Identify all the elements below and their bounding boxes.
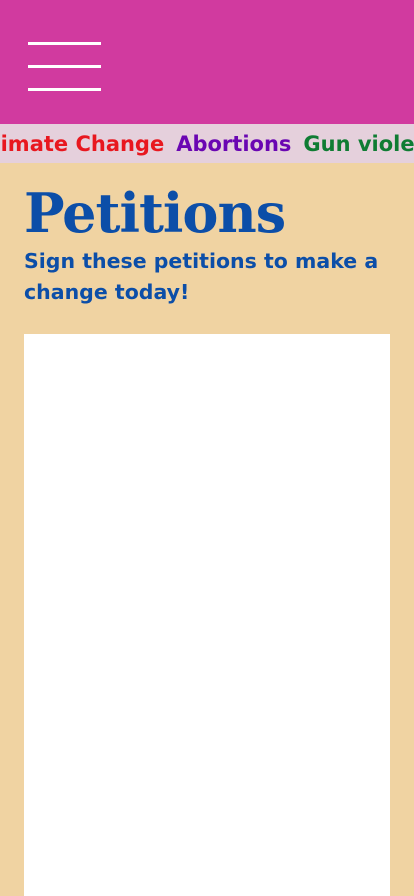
menu-bar-middle [28, 65, 101, 68]
topics-ticker: Climate Change Abortions Gun violence [0, 124, 414, 163]
page-subtitle: Sign these petitions to make a change to… [24, 249, 379, 304]
topic-gun-violence[interactable]: Gun violence [303, 132, 414, 156]
petitions-panel [24, 334, 390, 896]
ticker-track: Climate Change Abortions Gun violence [0, 124, 414, 163]
menu-bar-bottom [28, 88, 101, 91]
hamburger-menu-icon[interactable] [28, 42, 102, 94]
topic-climate-change[interactable]: Climate Change [0, 132, 164, 156]
topic-abortions[interactable]: Abortions [176, 132, 291, 156]
menu-bar-top [28, 42, 101, 45]
page-title: Petitions [24, 181, 286, 245]
top-header [0, 0, 414, 124]
